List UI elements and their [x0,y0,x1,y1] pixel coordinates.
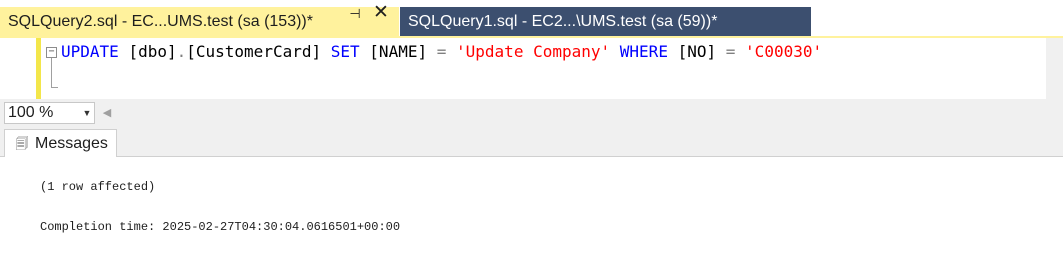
table-name: [CustomerCard] [186,42,322,61]
tab-messages-label: Messages [35,135,108,152]
code-line-1[interactable]: UPDATE [dbo].[CustomerCard] SET [NAME] =… [61,41,822,63]
collapse-icon[interactable]: − [46,47,57,58]
string-literal-name: 'Update Company' [456,42,611,61]
vertical-scrollbar[interactable] [1046,38,1063,99]
tab-sqlquery1-label: SQLQuery1.sql - EC2...\UMS.test (sa (59)… [408,12,718,30]
dot-separator: . [176,42,187,61]
keyword-where: WHERE [619,42,668,61]
outline-guide [51,58,52,87]
keyword-update: UPDATE [61,42,119,61]
equals-operator: = [725,42,736,61]
tab-sqlquery1[interactable]: SQLQuery1.sql - EC2...\UMS.test (sa (59)… [400,7,811,36]
column-no: [NO] [677,42,717,61]
zoom-bar [0,99,1063,126]
completion-time-message: Completion time: 2025-02-27T04:30:04.061… [40,220,401,234]
changed-lines-marker [36,38,41,99]
messages-icon: 🗐 [15,136,29,151]
messages-pane[interactable]: (1 row affected) Completion time: 2025-0… [0,157,1063,274]
tab-messages[interactable]: 🗐 Messages [4,129,117,158]
equals-operator: = [436,42,447,61]
scroll-left-icon[interactable]: ◀ [101,103,113,123]
pin-icon[interactable]: ⊣ [348,7,362,21]
chevron-down-icon[interactable]: ▼ [82,104,92,122]
column-name: [NAME] [369,42,428,61]
close-icon[interactable]: ✕ [373,3,389,23]
keyword-set: SET [330,42,360,61]
outline-guide-end [51,87,58,88]
results-tab-bar [0,126,1063,157]
tab-sqlquery2[interactable]: SQLQuery2.sql - EC...UMS.test (sa (153))… [0,7,399,36]
string-literal-no: 'C00030' [745,42,823,61]
zoom-value: 100 % [8,104,54,121]
tab-sqlquery2-label: SQLQuery2.sql - EC...UMS.test (sa (153))… [8,12,313,30]
query-editor[interactable]: − UPDATE [dbo].[CustomerCard] SET [NAME]… [0,38,1063,99]
schema-name: [dbo] [128,42,177,61]
rows-affected-message: (1 row affected) [40,180,156,194]
